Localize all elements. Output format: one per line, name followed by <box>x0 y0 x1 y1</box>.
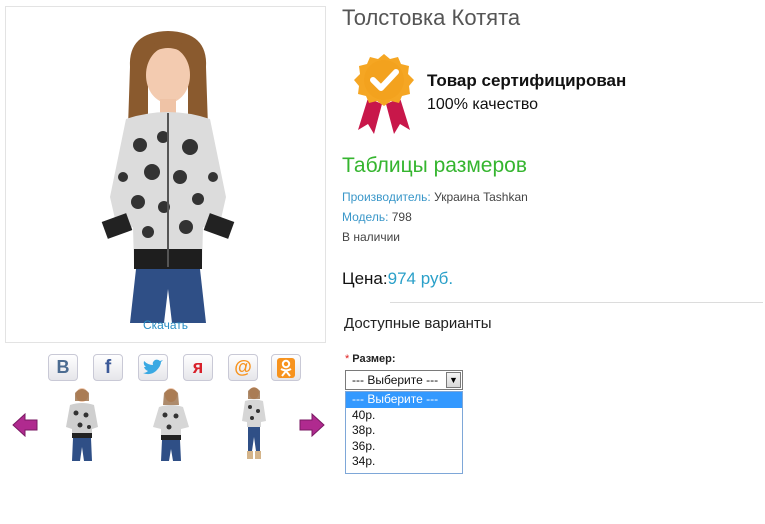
moimir-icon: я <box>192 357 204 377</box>
facebook-share-button[interactable]: f <box>93 354 123 381</box>
size-option-placeholder[interactable]: --- Выберите --- <box>346 392 462 408</box>
size-option-34[interactable]: 34р. <box>346 454 462 470</box>
size-tables-link[interactable]: Таблицы размеров <box>342 154 527 178</box>
required-mark: * <box>345 353 350 365</box>
twitter-share-button[interactable] <box>138 354 168 381</box>
main-product-image[interactable]: Скачать <box>5 6 326 343</box>
next-arrow-icon[interactable] <box>299 413 325 437</box>
size-select[interactable]: --- Выберите --- ▼ <box>345 370 463 390</box>
vk-share-button[interactable]: В <box>48 354 78 381</box>
twitter-icon <box>143 359 163 374</box>
prev-arrow-icon[interactable] <box>12 413 38 437</box>
vk-icon: В <box>56 357 70 377</box>
download-link[interactable]: Скачать <box>6 318 325 332</box>
product-title: Толстовка Котята <box>342 5 521 30</box>
availability-status: В наличии <box>342 230 401 244</box>
model-value: 798 <box>391 210 412 224</box>
price-value: 974 руб. <box>387 269 454 288</box>
size-options-list[interactable]: --- Выберите --- 40р. 38р. 36р. 34р. <box>345 391 463 474</box>
variants-title: Доступные варианты <box>344 315 492 332</box>
odnoklassniki-share-button[interactable] <box>271 354 301 381</box>
size-label-text: Размер: <box>352 353 396 365</box>
certificate-title: Товар сертифицирован <box>427 71 627 90</box>
price-label: Цена: <box>342 269 388 288</box>
model-row: Модель: 798 <box>342 210 412 224</box>
thumbnail-1[interactable] <box>58 385 106 461</box>
dropdown-arrow-icon[interactable]: ▼ <box>446 372 461 388</box>
price: Цена:974 руб. <box>342 269 453 289</box>
mail-share-button[interactable]: @ <box>228 354 258 381</box>
manufacturer-row: Производитель: Украина Tashkan <box>342 190 528 204</box>
moimir-share-button[interactable]: я <box>183 354 213 381</box>
manufacturer-value: Украина Tashkan <box>434 190 528 204</box>
model-label: Модель: <box>342 210 389 224</box>
mail-icon: @ <box>234 357 252 377</box>
size-option-38[interactable]: 38р. <box>346 423 462 439</box>
product-photo <box>101 31 235 323</box>
facebook-icon: f <box>104 356 112 378</box>
certificate-subtitle: 100% качество <box>427 96 539 113</box>
odnoklassniki-icon <box>277 357 295 378</box>
size-option-40[interactable]: 40р. <box>346 408 462 424</box>
size-select-value: --- Выберите --- <box>352 373 439 387</box>
thumbnail-2[interactable] <box>147 385 195 461</box>
divider <box>390 302 763 303</box>
thumbnail-3[interactable] <box>230 385 278 461</box>
certified-badge-icon <box>354 54 414 134</box>
manufacturer-label[interactable]: Производитель: <box>342 190 431 204</box>
size-label: * Размер: <box>345 353 396 365</box>
size-option-36[interactable]: 36р. <box>346 439 462 455</box>
